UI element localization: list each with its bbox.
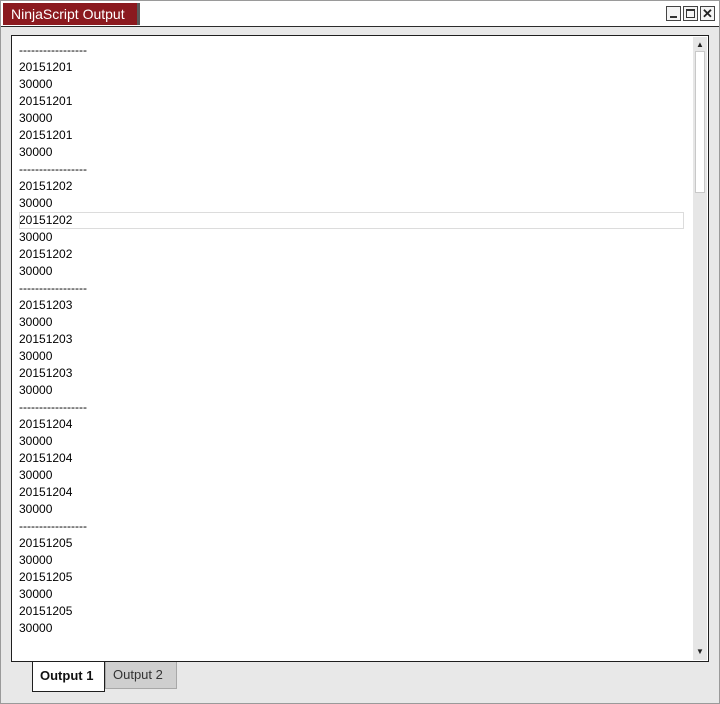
output-line[interactable]: 30000: [19, 76, 684, 93]
output-line[interactable]: 30000: [19, 314, 684, 331]
tab-output-1[interactable]: Output 1: [32, 662, 105, 692]
output-line[interactable]: 20151202: [19, 212, 684, 229]
output-line[interactable]: 30000: [19, 195, 684, 212]
maximize-icon: [686, 9, 695, 18]
output-line[interactable]: 30000: [19, 620, 684, 637]
output-line[interactable]: 20151202: [19, 246, 684, 263]
output-text-area[interactable]: ----------------- 20151201 30000 20151201 30…: [11, 35, 709, 662]
scroll-thumb[interactable]: [695, 51, 705, 193]
output-line[interactable]: 30000: [19, 467, 684, 484]
title-bar[interactable]: NinjaScript Output ✕: [1, 1, 719, 27]
output-line[interactable]: 30000: [19, 552, 684, 569]
minimize-icon: [670, 16, 677, 18]
output-line[interactable]: 20151201: [19, 93, 684, 110]
output-line[interactable]: 20151203: [19, 365, 684, 382]
output-line[interactable]: 30000: [19, 144, 684, 161]
close-icon: ✕: [702, 6, 713, 21]
output-line[interactable]: -----------------: [19, 518, 684, 535]
output-line[interactable]: 30000: [19, 586, 684, 603]
output-line[interactable]: -----------------: [19, 42, 684, 59]
output-line[interactable]: 30000: [19, 263, 684, 280]
window-controls: ✕: [666, 6, 715, 21]
output-line[interactable]: 30000: [19, 110, 684, 127]
output-line[interactable]: 20151205: [19, 569, 684, 586]
output-line[interactable]: 30000: [19, 501, 684, 518]
output-line[interactable]: 30000: [19, 433, 684, 450]
output-line[interactable]: -----------------: [19, 161, 684, 178]
output-line[interactable]: 20151201: [19, 59, 684, 76]
output-line[interactable]: -----------------: [19, 280, 684, 297]
output-line[interactable]: 20151201: [19, 127, 684, 144]
output-line[interactable]: 20151203: [19, 331, 684, 348]
close-button[interactable]: ✕: [700, 6, 715, 21]
output-line[interactable]: 30000: [19, 382, 684, 399]
output-line[interactable]: 20151202: [19, 178, 684, 195]
output-lines[interactable]: ----------------- 20151201 30000 20151201 30…: [19, 42, 684, 655]
scroll-up-arrow-icon[interactable]: ▲: [693, 39, 707, 51]
window-title: NinjaScript Output: [3, 3, 140, 25]
output-line[interactable]: 20151204: [19, 416, 684, 433]
output-line[interactable]: 20151205: [19, 603, 684, 620]
output-line[interactable]: -----------------: [19, 399, 684, 416]
output-line[interactable]: 20151203: [19, 297, 684, 314]
output-line[interactable]: 30000: [19, 348, 684, 365]
output-line[interactable]: 20151204: [19, 484, 684, 501]
scroll-down-arrow-icon[interactable]: ▼: [693, 646, 707, 658]
output-line[interactable]: 30000: [19, 229, 684, 246]
output-line[interactable]: 20151205: [19, 535, 684, 552]
output-line[interactable]: 20151204: [19, 450, 684, 467]
minimize-button[interactable]: [666, 6, 681, 21]
vertical-scrollbar[interactable]: ▲ ▼: [693, 37, 707, 660]
ninjascript-output-window: NinjaScript Output ✕ ----------------- 20…: [0, 0, 720, 704]
maximize-button[interactable]: [683, 6, 698, 21]
tab-output-2[interactable]: Output 2: [105, 662, 177, 689]
